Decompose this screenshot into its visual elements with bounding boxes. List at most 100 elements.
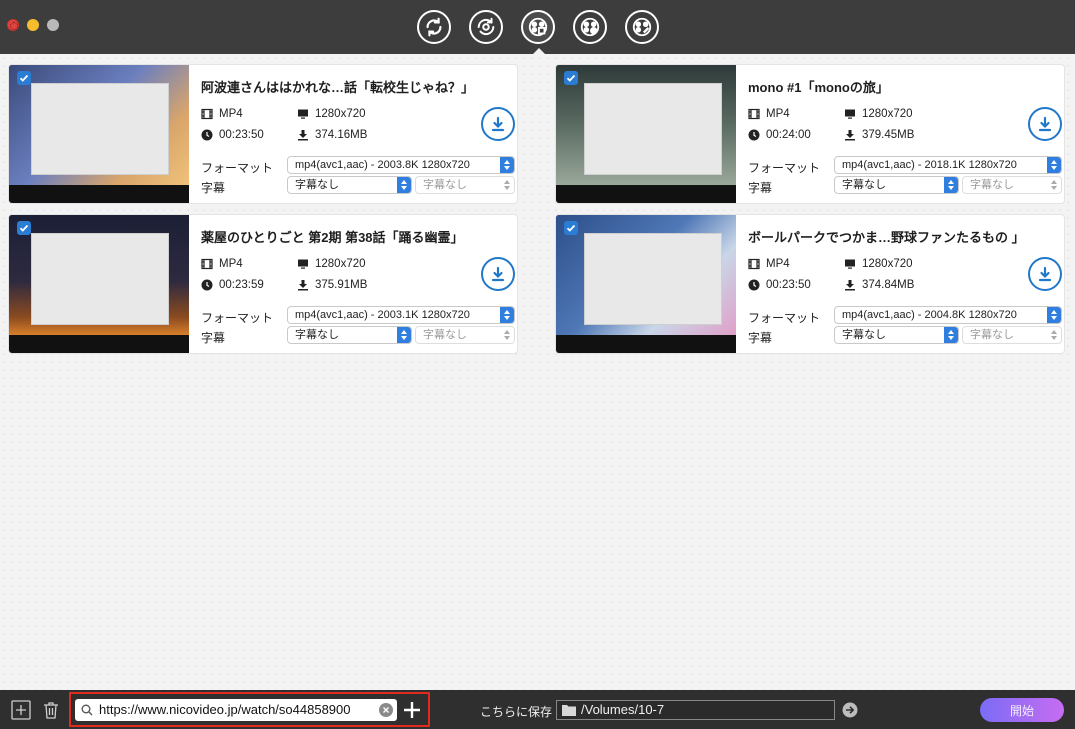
duration-value: 00:23:59 — [219, 279, 264, 291]
format-select-value: mp4(avc1,aac) - 2018.1K 1280x720 — [842, 159, 1017, 171]
download-icon — [491, 266, 505, 282]
convert-tool-button[interactable] — [417, 10, 451, 44]
format-select-value: mp4(avc1,aac) - 2003.8K 1280x720 — [295, 159, 470, 171]
file-size-value: 379.45MB — [862, 129, 915, 141]
resolution-value: 1280x720 — [315, 108, 366, 120]
download-button[interactable] — [481, 257, 515, 291]
format-select[interactable]: mp4(avc1,aac) - 2003.8K 1280x720 — [287, 156, 515, 174]
download-tool-button[interactable] — [521, 10, 555, 44]
select-checkbox[interactable] — [564, 71, 578, 85]
checkmark-icon — [19, 224, 29, 232]
subtitle-label: 字幕 — [748, 181, 773, 195]
start-button[interactable]: 開始 — [980, 698, 1064, 722]
url-input[interactable]: https://www.nicovideo.jp/watch/so4485890… — [75, 699, 397, 721]
subtitle-select[interactable]: 字幕なし — [287, 326, 412, 344]
add-url-icon[interactable] — [401, 699, 423, 721]
select-checkbox[interactable] — [17, 71, 31, 85]
size-meta: 379.45MB — [844, 129, 914, 141]
checkmark-icon — [19, 74, 29, 82]
format-meta: MP4 — [201, 108, 243, 120]
resolution-value: 1280x720 — [862, 108, 913, 120]
container-format: MP4 — [219, 258, 243, 270]
thumbnail-image — [31, 83, 169, 175]
subtitle-label: 字幕 — [748, 331, 773, 345]
toolbox-tool-button[interactable] — [625, 10, 659, 44]
minimize-window-button[interactable] — [27, 19, 39, 31]
secondary-subtitle-value: 字幕なし — [970, 179, 1014, 191]
format-label: フォーマット — [748, 161, 821, 175]
subtitle-select-value: 字幕なし — [295, 329, 339, 341]
format-label: フォーマット — [201, 161, 274, 175]
select-checkbox[interactable] — [17, 221, 31, 235]
secondary-subtitle-value: 字幕なし — [970, 329, 1014, 341]
video-thumbnail — [9, 215, 189, 353]
select-arrows-icon — [1047, 177, 1061, 193]
secondary-subtitle-value: 字幕なし — [423, 329, 467, 341]
film-reel-edit-icon — [632, 17, 652, 37]
download-icon — [491, 116, 505, 132]
film-icon — [748, 108, 760, 120]
size-meta: 375.91MB — [297, 279, 367, 291]
secondary-subtitle-select: 字幕なし — [415, 176, 515, 194]
resolution-meta: 1280x720 — [297, 108, 366, 120]
video-thumbnail — [9, 65, 189, 203]
file-size-value: 374.84MB — [862, 279, 915, 291]
video-card: 薬屋のひとりごと 第2期 第38話「踊る幽霊」 MP4 1280x720 00:… — [8, 214, 518, 354]
download-arrow-icon — [845, 130, 855, 141]
folder-icon — [562, 705, 576, 716]
save-to-label: こちらに保存 — [480, 705, 553, 719]
select-arrows-icon — [1047, 327, 1061, 343]
clock-icon — [201, 279, 213, 291]
secondary-subtitle-select: 字幕なし — [415, 326, 515, 344]
url-value: https://www.nicovideo.jp/watch/so4485890… — [99, 702, 351, 717]
format-select[interactable]: mp4(avc1,aac) - 2004.8K 1280x720 — [834, 306, 1062, 324]
save-path-field[interactable]: /Volumes/10-7 — [556, 700, 835, 720]
trash-icon[interactable] — [41, 700, 61, 720]
video-title: mono #1「monoの旅」 — [748, 80, 889, 95]
start-button-label: 開始 — [1009, 703, 1034, 718]
record-tool-button[interactable] — [573, 10, 607, 44]
container-format: MP4 — [766, 108, 790, 120]
secondary-subtitle-value: 字幕なし — [423, 179, 467, 191]
video-title: 阿波連さんははかれな…話「転校生じゃね？」 — [201, 80, 475, 95]
resolution-value: 1280x720 — [862, 258, 913, 270]
container-format: MP4 — [766, 258, 790, 270]
clear-icon[interactable] — [379, 703, 393, 717]
download-arrow-icon — [298, 280, 308, 291]
duration-meta: 00:24:00 — [748, 129, 811, 141]
duration-meta: 00:23:50 — [201, 129, 264, 141]
file-size-value: 375.91MB — [315, 279, 368, 291]
format-meta: MP4 — [201, 258, 243, 270]
search-icon — [81, 704, 93, 716]
select-checkbox[interactable] — [564, 221, 578, 235]
zoom-window-button[interactable] — [47, 19, 59, 31]
subtitle-label: 字幕 — [201, 331, 226, 345]
video-card: ボールパークでつかま…野球ファンたるもの 」 MP4 1280x720 00:2… — [555, 214, 1065, 354]
format-select[interactable]: mp4(avc1,aac) - 2018.1K 1280x720 — [834, 156, 1062, 174]
download-button[interactable] — [1028, 107, 1062, 141]
select-arrows-icon — [397, 327, 411, 343]
resolution-value: 1280x720 — [315, 258, 366, 270]
video-card: mono #1「monoの旅」 MP4 1280x720 00:24:00 37… — [555, 64, 1065, 204]
format-meta: MP4 — [748, 108, 790, 120]
clock-icon — [748, 129, 760, 141]
subtitle-select[interactable]: 字幕なし — [834, 176, 959, 194]
checkmark-icon — [566, 224, 576, 232]
save-path-value: /Volumes/10-7 — [581, 702, 665, 717]
subtitle-select[interactable]: 字幕なし — [834, 326, 959, 344]
arrow-right-circle-icon[interactable] — [842, 702, 858, 718]
format-select-value: mp4(avc1,aac) - 2004.8K 1280x720 — [842, 309, 1017, 321]
subtitle-select-value: 字幕なし — [842, 329, 886, 341]
close-window-button[interactable] — [7, 19, 19, 31]
select-arrows-icon — [944, 327, 958, 343]
subtitle-select-value: 字幕なし — [842, 179, 886, 191]
select-arrows-icon — [397, 177, 411, 193]
subtitle-select[interactable]: 字幕なし — [287, 176, 412, 194]
thumbnail-image — [31, 233, 169, 325]
add-icon[interactable] — [11, 700, 31, 720]
download-button[interactable] — [481, 107, 515, 141]
download-button[interactable] — [1028, 257, 1062, 291]
format-select[interactable]: mp4(avc1,aac) - 2003.1K 1280x720 — [287, 306, 515, 324]
dvd-convert-tool-button[interactable] — [469, 10, 503, 44]
select-arrows-icon — [1047, 157, 1061, 173]
